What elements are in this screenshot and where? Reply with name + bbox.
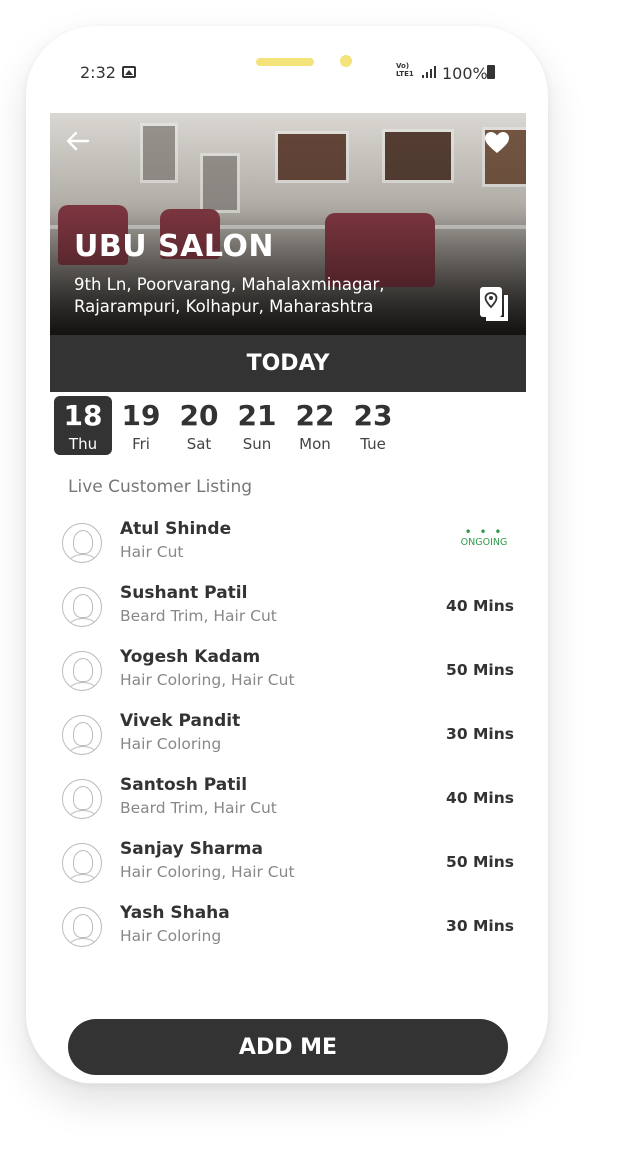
date-day: Sun [242, 435, 272, 453]
ongoing-status: • • • ONGOING [454, 525, 514, 548]
customer-service: Hair Coloring, Hair Cut [120, 863, 295, 881]
user-avatar-icon [62, 779, 102, 819]
date-number: 18 [63, 399, 103, 432]
date-option-18[interactable]: 18 Thu [54, 396, 112, 455]
battery-percent: 100% [442, 64, 488, 83]
wait-time: 40 Mins [446, 789, 514, 807]
customer-row[interactable]: Atul Shinde Hair Cut • • • ONGOING [62, 519, 514, 575]
map-pin-icon[interactable] [478, 285, 510, 323]
user-avatar-icon [62, 715, 102, 755]
customer-service: Hair Coloring, Hair Cut [120, 671, 295, 689]
date-number: 21 [237, 399, 277, 432]
heart-icon[interactable] [484, 131, 510, 155]
wait-time: 40 Mins [446, 597, 514, 615]
battery-icon [487, 65, 495, 79]
salon-address-line2: Rajarampuri, Kolhapur, Maharashtra [74, 297, 374, 316]
customer-row[interactable]: Sanjay Sharma Hair Coloring, Hair Cut 50… [62, 839, 514, 895]
back-arrow-icon[interactable] [66, 131, 90, 151]
customer-service: Beard Trim, Hair Cut [120, 607, 277, 625]
date-number: 19 [121, 399, 161, 432]
add-me-label: ADD ME [238, 1034, 338, 1060]
date-number: 22 [295, 399, 335, 432]
bottom-divider [72, 1083, 502, 1084]
ongoing-dots: • • • [464, 525, 504, 539]
customer-service: Hair Coloring [120, 927, 222, 945]
app-screen: 2:32 Vo) LTE1 100% UBU SALON 9th Ln, Poo… [50, 26, 526, 1084]
date-day: Sat [186, 435, 212, 453]
customer-name: Vivek Pandit [120, 711, 241, 731]
today-bar: TODAY [50, 335, 526, 392]
customer-row[interactable]: Yogesh Kadam Hair Coloring, Hair Cut 50 … [62, 647, 514, 703]
date-option-21[interactable]: 21 Sun [228, 396, 286, 455]
customer-service: Hair Coloring [120, 735, 222, 753]
notch-camera [340, 55, 352, 67]
today-label: TODAY [246, 351, 330, 376]
user-avatar-icon [62, 843, 102, 883]
customer-name: Yogesh Kadam [120, 647, 261, 667]
date-day: Mon [299, 435, 331, 453]
section-title: Live Customer Listing [68, 477, 253, 497]
phone-frame: 2:32 Vo) LTE1 100% UBU SALON 9th Ln, Poo… [26, 26, 548, 1084]
customer-row[interactable]: Vivek Pandit Hair Coloring 30 Mins [62, 711, 514, 767]
notch-speaker [256, 58, 314, 66]
customer-row[interactable]: Yash Shaha Hair Coloring 30 Mins [62, 903, 514, 959]
date-number: 20 [179, 399, 219, 432]
user-avatar-icon [62, 523, 102, 563]
salon-address-line1: 9th Ln, Poorvarang, Mahalaxminagar, [74, 275, 385, 294]
date-option-20[interactable]: 20 Sat [170, 396, 228, 455]
wait-time: 30 Mins [446, 917, 514, 935]
user-avatar-icon [62, 587, 102, 627]
customer-service: Hair Cut [120, 543, 184, 561]
status-bar: 2:32 Vo) LTE1 100% [50, 55, 526, 90]
wait-time: 50 Mins [446, 661, 514, 679]
user-avatar-icon [62, 651, 102, 691]
customer-name: Sanjay Sharma [120, 839, 263, 859]
customer-name: Santosh Patil [120, 775, 248, 795]
salon-hero-image: UBU SALON 9th Ln, Poorvarang, Mahalaxmin… [50, 113, 526, 335]
add-me-button[interactable]: ADD ME [68, 1019, 508, 1075]
salon-name: UBU SALON [74, 229, 275, 264]
date-day: Fri [132, 435, 150, 453]
gallery-notification-icon [122, 66, 136, 78]
wait-time: 50 Mins [446, 853, 514, 871]
wait-time: 30 Mins [446, 725, 514, 743]
date-option-23[interactable]: 23 Tue [344, 396, 402, 455]
signal-icon [422, 66, 436, 78]
customer-name: Atul Shinde [120, 519, 232, 539]
status-time: 2:32 [80, 63, 116, 82]
date-day: Tue [360, 435, 386, 453]
ongoing-label: ONGOING [460, 537, 508, 548]
date-number: 23 [353, 399, 393, 432]
customer-row[interactable]: Santosh Patil Beard Trim, Hair Cut 40 Mi… [62, 775, 514, 831]
volte-indicator: Vo) LTE1 [396, 62, 414, 78]
customer-name: Yash Shaha [120, 903, 230, 923]
date-day: Thu [68, 435, 98, 453]
customer-row[interactable]: Sushant Patil Beard Trim, Hair Cut 40 Mi… [62, 583, 514, 639]
date-option-19[interactable]: 19 Fri [112, 396, 170, 455]
customer-name: Sushant Patil [120, 583, 248, 603]
customer-service: Beard Trim, Hair Cut [120, 799, 277, 817]
user-avatar-icon [62, 907, 102, 947]
date-option-22[interactable]: 22 Mon [286, 396, 344, 455]
